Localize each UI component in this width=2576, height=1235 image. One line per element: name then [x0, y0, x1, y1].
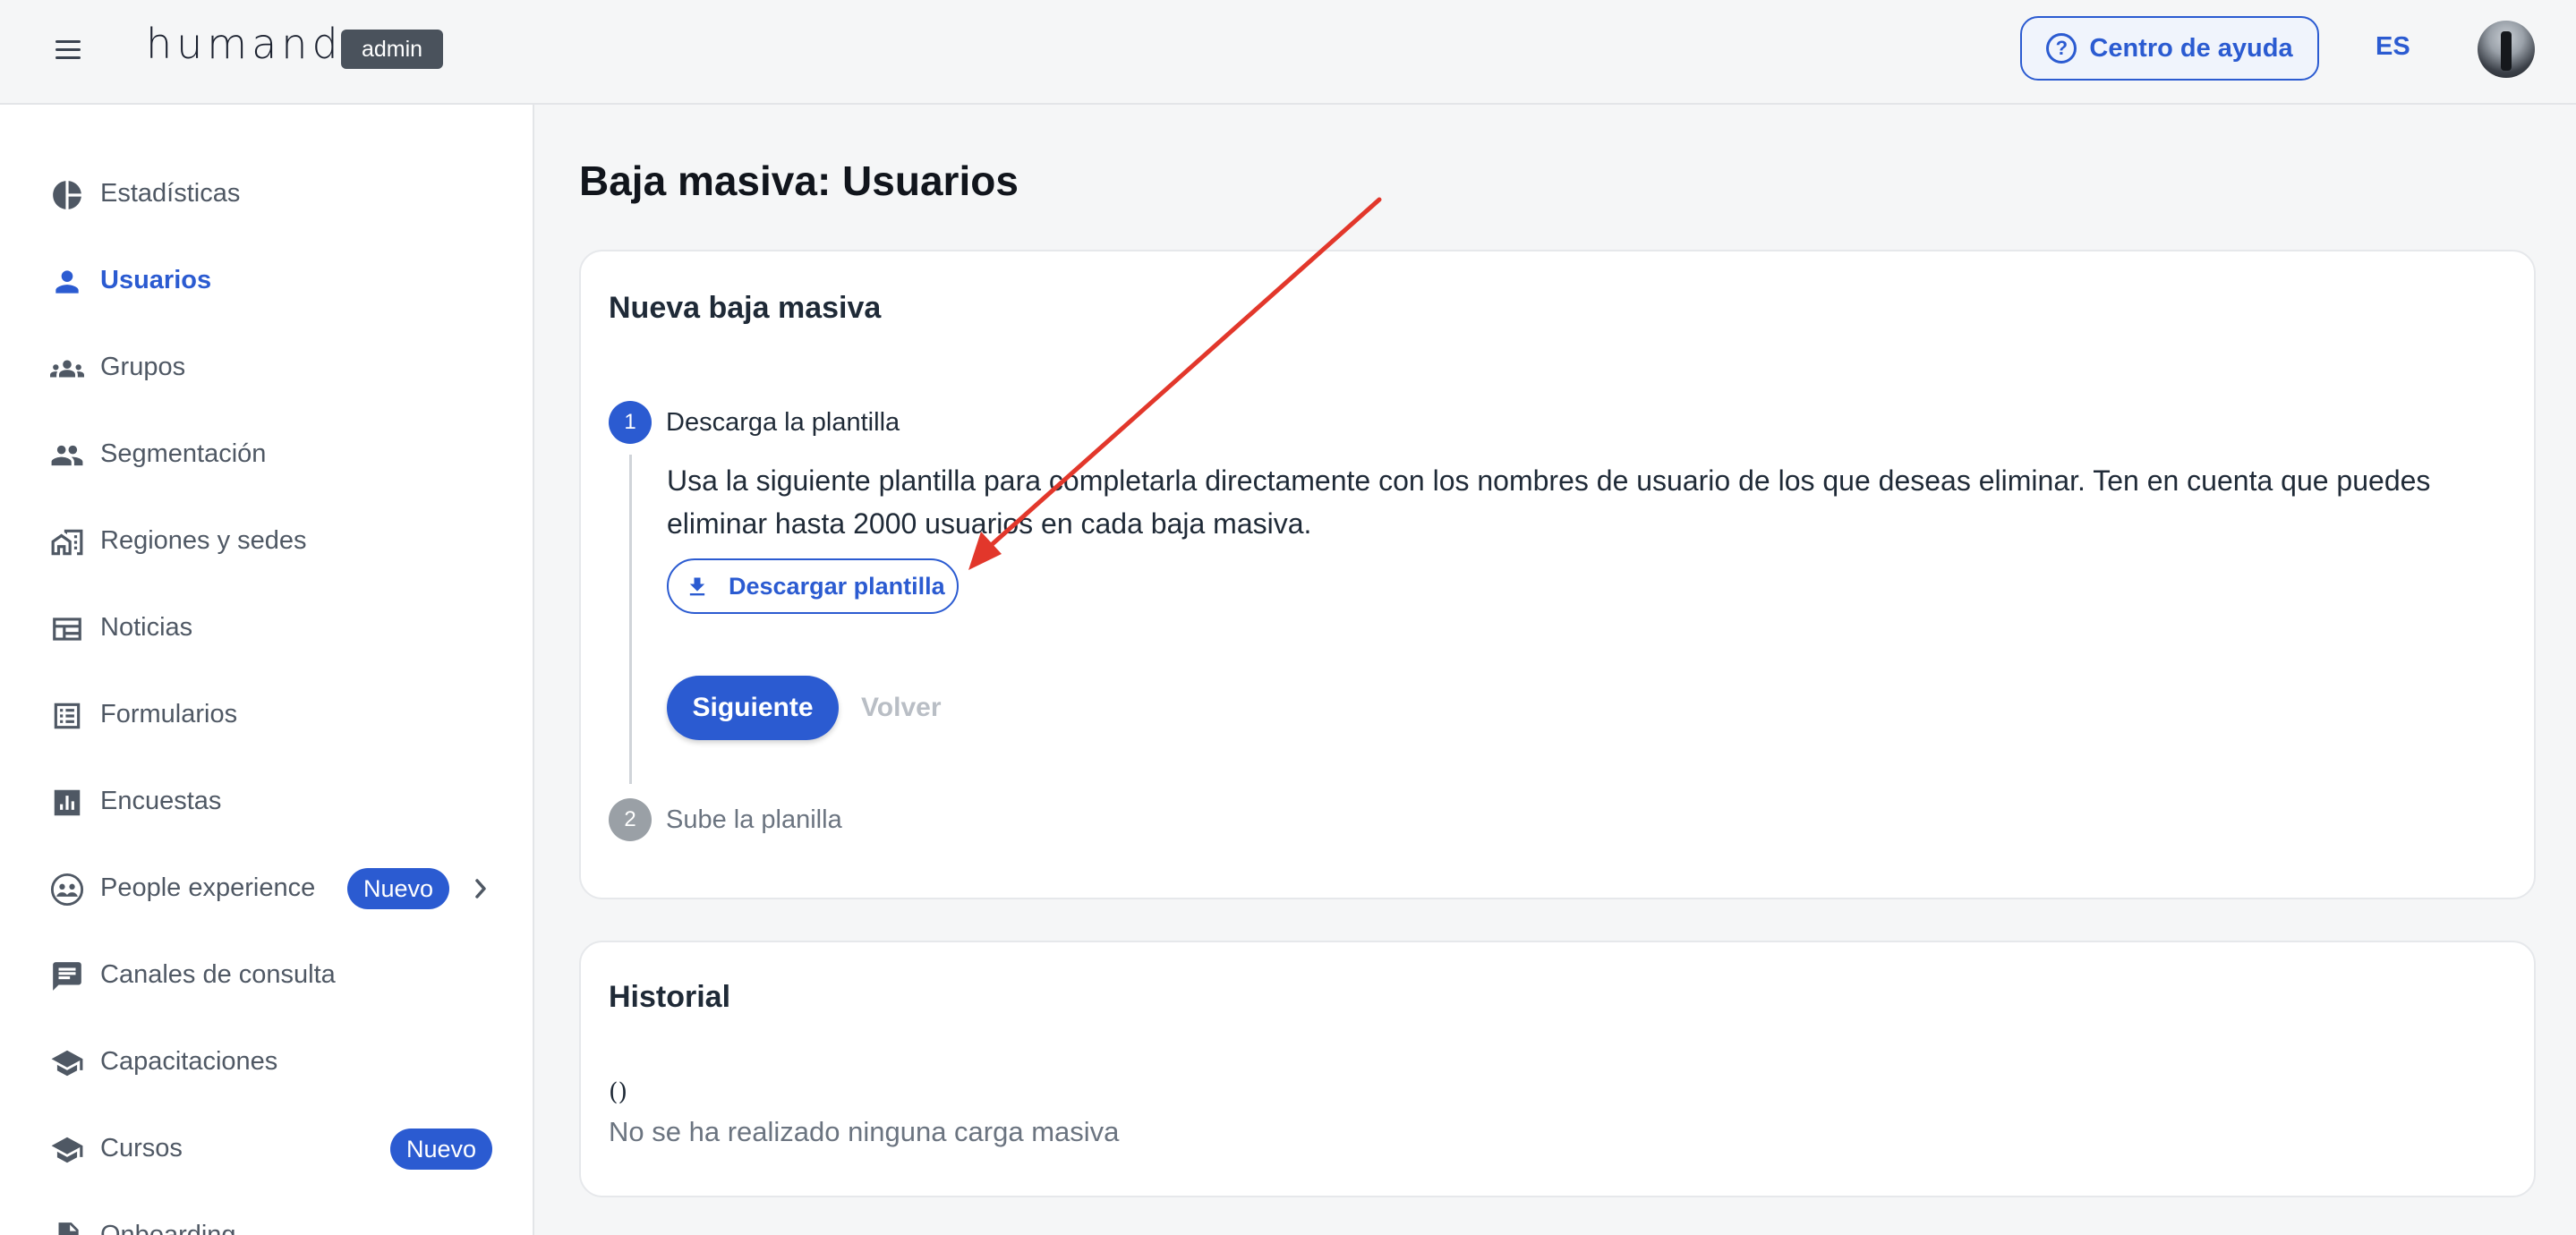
newspaper-icon — [53, 618, 81, 641]
sidebar-item-label: Encuestas — [100, 787, 222, 815]
history-card: Historial () No se ha realizado ninguna … — [579, 941, 2536, 1197]
document-icon — [58, 1222, 79, 1235]
person-icon — [55, 270, 79, 294]
sidebar-item-noticias[interactable]: Noticias — [0, 592, 533, 664]
step-1-title: Descarga la plantilla — [666, 408, 900, 437]
new-badge: Nuevo — [347, 868, 450, 909]
step-2-indicator: 2 — [609, 798, 652, 841]
people-circle-icon — [50, 873, 84, 907]
language-selector[interactable]: ES — [2376, 32, 2410, 62]
history-title: Historial — [609, 980, 731, 1014]
page-title: Baja masiva: Usuarios — [579, 158, 1019, 204]
sidebar-item-label: Grupos — [100, 353, 186, 381]
sidebar-item-label: Noticias — [100, 613, 193, 642]
sidebar-item-label: Capacitaciones — [100, 1047, 278, 1076]
sidebar-item-onboarding[interactable]: Onboarding — [0, 1200, 533, 1235]
sidebar-item-label: Regiones y sedes — [100, 526, 307, 555]
sidebar-item-label: Estadísticas — [100, 179, 241, 208]
sidebar-item-label: Onboarding — [100, 1221, 236, 1235]
help-center-label: Centro de ayuda — [2089, 33, 2293, 63]
sidebar-item-estadisticas[interactable]: Estadísticas — [0, 158, 533, 230]
sidebar-item-label: Cursos — [100, 1134, 183, 1163]
wizard-title: Nueva baja masiva — [609, 291, 882, 325]
admin-badge: admin — [341, 30, 444, 69]
sidebar-item-grupos[interactable]: Grupos — [0, 332, 533, 404]
people-icon — [51, 445, 83, 466]
back-button[interactable]: Volver — [861, 676, 942, 740]
step-1-description: Usa la siguiente plantilla para completa… — [667, 464, 2431, 540]
sidebar-item-formularios[interactable]: Formularios — [0, 679, 533, 751]
bar-chart-icon — [54, 789, 81, 816]
help-center-button[interactable]: ? Centro de ayuda — [2020, 16, 2319, 81]
humand-logo: humand — [146, 20, 343, 68]
hamburger-menu-icon[interactable] — [52, 34, 84, 66]
step-2-title: Sube la planilla — [666, 805, 842, 834]
user-avatar[interactable] — [2478, 21, 2535, 78]
sidebar-item-capacitaciones[interactable]: Capacitaciones — [0, 1026, 533, 1098]
download-icon — [689, 577, 705, 596]
download-template-button[interactable]: Descargar plantilla — [667, 558, 959, 614]
sidebar: Estadísticas Usuarios Grupos Segmentació… — [0, 105, 534, 1235]
chat-icon — [53, 962, 81, 991]
sidebar-item-regiones-y-sedes[interactable]: Regiones y sedes — [0, 506, 533, 577]
download-template-label: Descargar plantilla — [729, 573, 945, 600]
sidebar-item-label: People experience — [100, 873, 316, 902]
list-form-icon — [54, 703, 81, 729]
history-count: () — [609, 1078, 628, 1106]
pie-chart-icon — [53, 181, 81, 209]
sidebar-item-label: Formularios — [100, 700, 238, 728]
sidebar-item-people-experience[interactable]: People experience Nuevo — [0, 853, 533, 924]
graduation-cap-icon — [51, 1050, 83, 1077]
buildings-icon — [51, 529, 83, 556]
sidebar-item-usuarios[interactable]: Usuarios — [0, 245, 533, 317]
top-header: humand admin ? Centro de ayuda ES — [0, 0, 2576, 105]
sidebar-item-encuestas[interactable]: Encuestas — [0, 766, 533, 838]
sidebar-item-label: Canales de consulta — [100, 960, 336, 989]
history-empty-message: No se ha realizado ninguna carga masiva — [609, 1116, 1120, 1147]
step-connector-line — [629, 455, 632, 784]
sidebar-item-cursos[interactable]: Cursos Nuevo — [0, 1113, 533, 1185]
sidebar-item-label: Usuarios — [100, 266, 212, 294]
new-badge: Nuevo — [390, 1129, 493, 1170]
next-button[interactable]: Siguiente — [667, 676, 839, 740]
graduation-cap-icon — [51, 1137, 83, 1163]
sidebar-item-segmentacion[interactable]: Segmentación — [0, 419, 533, 490]
groups-icon — [50, 360, 84, 378]
sidebar-item-canales-de-consulta[interactable]: Canales de consulta — [0, 940, 533, 1011]
chevron-right-icon[interactable] — [471, 875, 492, 902]
step-1-indicator: 1 — [609, 401, 652, 444]
question-circle-icon: ? — [2046, 33, 2077, 64]
sidebar-item-label: Segmentación — [100, 439, 267, 468]
